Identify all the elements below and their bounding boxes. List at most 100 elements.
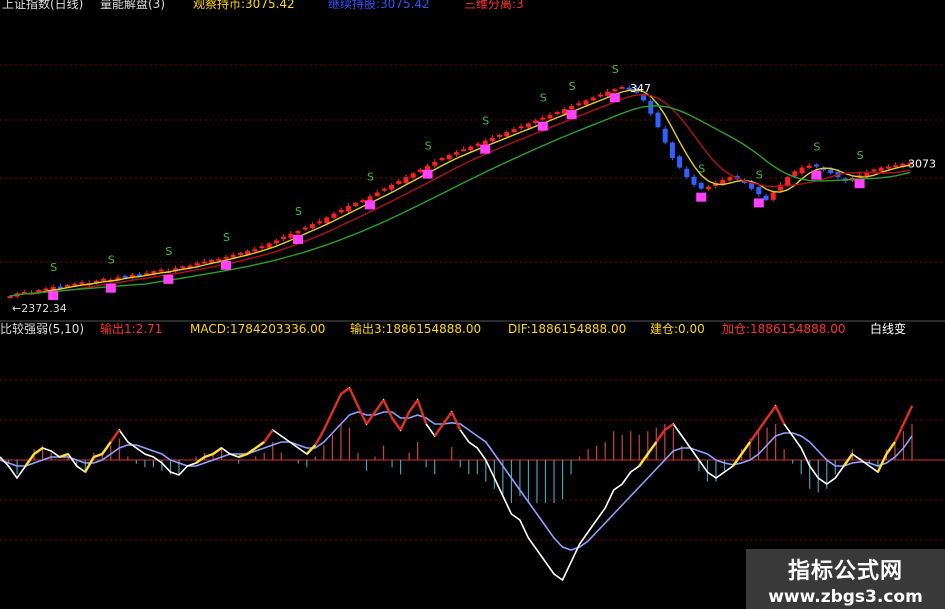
- signal-box: [48, 290, 59, 300]
- candle-body: [885, 166, 891, 169]
- candle-body: [525, 123, 531, 128]
- dif-highlight: [305, 444, 317, 455]
- candle-body: [878, 167, 884, 172]
- candle-body: [655, 112, 661, 128]
- sell-marker: S: [756, 168, 763, 181]
- signal-box: [422, 169, 433, 179]
- dif-highlight: [109, 429, 121, 443]
- candle-body: [813, 164, 819, 167]
- dif-highlight: [263, 429, 274, 443]
- candle-body: [489, 137, 495, 142]
- dif-highlight: [757, 417, 769, 431]
- candle-body: [569, 106, 575, 110]
- candle-body: [324, 217, 330, 224]
- last-price-label: 3073: [908, 158, 936, 171]
- high-price-label: 347: [630, 82, 651, 95]
- dif-highlight: [365, 411, 377, 425]
- dif-highlight: [893, 423, 905, 443]
- sell-marker: S: [295, 205, 302, 218]
- candle-body: [547, 114, 553, 119]
- sell-marker: S: [540, 92, 547, 105]
- sell-marker: S: [482, 115, 489, 128]
- sub-header-name: 比较强弱(5,10): [0, 322, 85, 336]
- watermark: 指标公式网 www.zbgs3.com: [746, 549, 945, 609]
- candle-body: [158, 269, 164, 272]
- sell-marker: S: [425, 140, 432, 153]
- candle-body: [705, 186, 711, 190]
- sell-marker: S: [367, 170, 374, 183]
- candle-body: [216, 258, 222, 261]
- dif-highlight: [408, 399, 419, 413]
- header-title: 上证指数(日线): [2, 0, 84, 11]
- candle-body: [677, 156, 683, 168]
- dif-highlight: [902, 405, 914, 425]
- signal-box: [696, 192, 707, 202]
- candle-body: [410, 173, 416, 178]
- candle-body: [511, 129, 517, 133]
- candle-body: [461, 149, 467, 152]
- candle-body: [468, 146, 474, 151]
- candle-body: [252, 249, 258, 252]
- candle-body: [295, 230, 301, 234]
- dif-highlight: [664, 423, 675, 431]
- candle-body: [669, 142, 675, 158]
- signal-box: [609, 93, 620, 103]
- candle-body: [540, 117, 546, 120]
- candle-body: [446, 155, 452, 160]
- candle-body: [396, 180, 402, 185]
- sell-marker: S: [569, 80, 576, 93]
- candle-body: [266, 243, 272, 248]
- candle-body: [353, 203, 359, 206]
- dif-highlight: [766, 405, 777, 419]
- dif-highlight: [33, 447, 44, 455]
- signal-box: [753, 198, 764, 208]
- dif-highlight: [331, 393, 343, 413]
- candle-body: [770, 192, 776, 200]
- signal-box: [105, 283, 116, 293]
- candle-body: [381, 188, 387, 191]
- dif-highlight: [204, 452, 214, 459]
- signal-box: [811, 170, 822, 180]
- candle-body: [893, 165, 899, 168]
- dif-highlight: [774, 405, 786, 425]
- candle-body: [605, 91, 611, 96]
- dif-highlight: [382, 399, 394, 419]
- signal-box: [566, 110, 577, 120]
- candle-body: [439, 157, 445, 161]
- header-indicator: 量能解盘(3): [100, 0, 165, 11]
- dif-highlight: [255, 441, 265, 449]
- candle-body: [590, 97, 596, 101]
- dif-highlight: [655, 429, 666, 443]
- candle-body: [561, 108, 567, 114]
- candle-body: [691, 176, 697, 185]
- candle-body: [43, 288, 49, 291]
- candle-body: [389, 184, 395, 190]
- candle-body: [345, 205, 351, 212]
- signal-box: [365, 200, 375, 210]
- sell-marker: S: [857, 149, 864, 162]
- dif-highlight: [374, 399, 385, 413]
- sub-header-dif: DIF:1886154888.00: [508, 322, 627, 336]
- dif-highlight: [885, 441, 896, 455]
- sell-marker: S: [223, 231, 230, 244]
- dif-highlight: [399, 411, 411, 431]
- header-right: 三维分离:3: [464, 0, 524, 11]
- candle-body: [533, 120, 539, 124]
- candle-body: [648, 100, 654, 114]
- signal-box: [480, 144, 491, 154]
- candle-body: [79, 282, 85, 285]
- candle-body: [763, 195, 769, 201]
- sub-header-hold: 建仓:0.00: [650, 322, 705, 336]
- candle-body: [417, 169, 423, 173]
- candle-body: [237, 252, 243, 255]
- dif-highlight: [101, 441, 112, 455]
- candle-body: [403, 177, 409, 183]
- sell-marker: S: [813, 141, 820, 154]
- candle-body: [288, 233, 294, 238]
- candle-body: [583, 100, 589, 105]
- candle-body: [230, 254, 236, 258]
- ma20-line: [9, 105, 911, 297]
- sub-header-out: 输出1:2.71: [100, 322, 163, 336]
- dif-highlight: [740, 441, 752, 455]
- candle-body: [281, 236, 287, 239]
